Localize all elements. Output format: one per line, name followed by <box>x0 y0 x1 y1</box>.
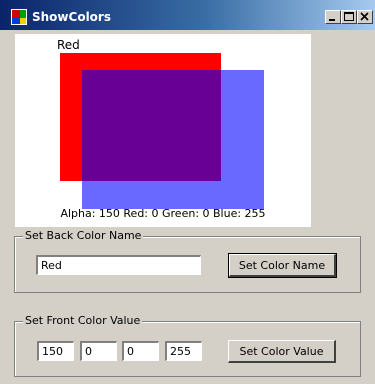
set-color-value-button[interactable]: Set Color Value <box>228 340 336 363</box>
minimize-icon <box>329 19 335 21</box>
maximize-button[interactable] <box>341 10 357 24</box>
blue-input[interactable] <box>165 341 202 361</box>
back-color-group-title: Set Back Color Name <box>23 229 144 242</box>
color-info-text: Alpha: 150 Red: 0 Green: 0 Blue: 255 <box>60 207 266 220</box>
color-canvas: Red Alpha: 150 Red: 0 Green: 0 Blue: 255 <box>15 34 311 227</box>
close-icon <box>360 12 369 21</box>
front-color-group: Set Front Color Value Set Color Value <box>14 314 361 377</box>
title-bar[interactable]: ShowColors <box>0 0 375 30</box>
window-title: ShowColors <box>32 10 111 24</box>
color-rectangles <box>60 53 264 209</box>
front-color-group-title: Set Front Color Value <box>23 314 143 327</box>
back-color-label: Red <box>57 38 80 52</box>
alpha-input[interactable] <box>37 341 74 361</box>
green-input[interactable] <box>122 341 159 361</box>
back-color-group: Set Back Color Name Set Color Name <box>14 229 361 293</box>
maximize-icon <box>344 12 354 21</box>
app-icon[interactable] <box>11 9 27 25</box>
red-input[interactable] <box>80 341 117 361</box>
minimize-button[interactable] <box>325 10 341 24</box>
front-color-rectangle <box>82 70 264 209</box>
close-button[interactable] <box>357 10 373 24</box>
color-name-input[interactable] <box>36 255 201 275</box>
set-color-name-button[interactable]: Set Color Name <box>228 253 337 278</box>
